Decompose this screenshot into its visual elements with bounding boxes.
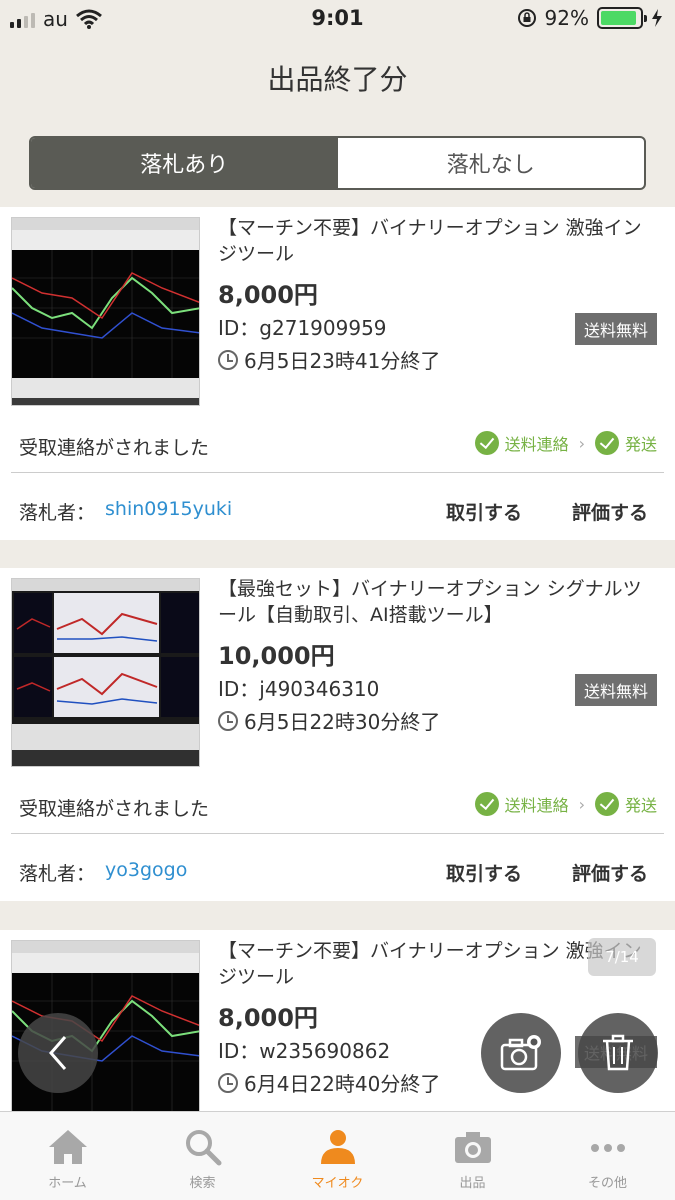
item-price: 8,000円 [218, 281, 318, 309]
orientation-lock-icon [517, 9, 536, 27]
item-id: ID：j490346310 [218, 677, 380, 701]
tab-more[interactable]: その他 [540, 1112, 675, 1200]
auction-card[interactable]: 【マーチン不要】バイナリーオプション 激強インジツール 8,000円 ID：g2… [0, 207, 675, 540]
battery-percent: 92% [544, 6, 589, 30]
delete-button[interactable] [578, 1013, 658, 1093]
segmented-control: 落札あり 落札なし [29, 136, 646, 190]
divider [11, 472, 664, 473]
transaction-progress: 送料連絡 › 発送 [474, 431, 657, 455]
clock-icon [218, 1072, 238, 1093]
battery-icon [597, 7, 647, 29]
tab-bar: ホーム 検索 マイオク 出品 その他 [0, 1111, 675, 1200]
tab-search[interactable]: 検索 [135, 1112, 270, 1200]
free-shipping-badge: 送料無料 [574, 674, 657, 706]
page-title: 出品終了分 [267, 63, 408, 96]
tab-label: マイオク [311, 1176, 364, 1191]
status-message: 受取連絡がされました [19, 437, 210, 459]
rate-button[interactable]: 評価する [572, 859, 648, 886]
check-icon [474, 431, 499, 455]
transaction-progress: 送料連絡 › 発送 [474, 792, 657, 816]
tab-label: 検索 [189, 1176, 216, 1191]
trash-icon [603, 1034, 633, 1071]
item-title[interactable]: 【最強セット】バイナリーオプション シグナルツール【自動取引、AI搭載ツール】 [218, 576, 658, 628]
item-title[interactable]: 【マーチン不要】バイナリーオプション 激強インジツール [218, 215, 658, 267]
deal-button[interactable]: 取引する [446, 498, 522, 525]
step-shipped: 発送 [624, 435, 657, 454]
winner-label: 落札者： [19, 502, 96, 524]
rate-button[interactable]: 評価する [572, 498, 648, 525]
divider [11, 833, 664, 834]
tab-label: 出品 [459, 1176, 486, 1191]
end-time-row: 6月5日23時41分終了 [218, 345, 440, 374]
check-icon [594, 792, 619, 816]
deal-button[interactable]: 取引する [446, 859, 522, 886]
chevron-left-icon [49, 1036, 67, 1070]
status-message: 受取連絡がされました [19, 798, 210, 820]
person-icon [320, 1130, 355, 1164]
tab-myauction[interactable]: マイオク [270, 1112, 405, 1200]
end-time-row: 6月5日22時30分終了 [218, 706, 440, 735]
more-icon [590, 1144, 625, 1152]
winner-link[interactable]: yo3gogo [105, 859, 187, 881]
tab-sell[interactable]: 出品 [405, 1112, 540, 1200]
winner-link[interactable]: shin0915yuki [105, 498, 232, 520]
auction-card[interactable]: 【マーチン不要】バイナリーオプション 激強インジツール 8,000円 ID：w2… [0, 930, 675, 1111]
tab-label: その他 [587, 1176, 627, 1191]
search-icon [185, 1130, 221, 1166]
auction-card[interactable]: 【最強セット】バイナリーオプション シグナルツール【自動取引、AI搭載ツール】 … [0, 568, 675, 901]
home-icon [48, 1130, 87, 1164]
status-bar-right: 92% [517, 6, 663, 30]
item-thumbnail[interactable] [11, 578, 200, 767]
camera-button[interactable] [481, 1013, 561, 1093]
winner-label: 落札者： [19, 863, 96, 885]
tab-label: ホーム [48, 1176, 87, 1191]
camera-add-icon [500, 1035, 541, 1071]
item-price: 8,000円 [218, 1004, 318, 1032]
segment-without-bids[interactable]: 落札なし [338, 138, 645, 188]
charging-icon [652, 9, 662, 27]
chevron-right-icon: › [578, 433, 585, 453]
check-icon [594, 431, 619, 455]
back-button[interactable] [18, 1013, 98, 1093]
end-time: 6月4日22時40分終了 [244, 1072, 441, 1096]
end-time: 6月5日22時30分終了 [244, 710, 441, 734]
status-bar: au 9:01 92% [0, 0, 675, 40]
step-shipped: 発送 [624, 796, 657, 815]
tab-home[interactable]: ホーム [0, 1112, 135, 1200]
end-time: 6月5日23時41分終了 [244, 349, 441, 373]
end-time-row: 6月4日22時40分終了 [218, 1068, 440, 1097]
item-id: ID：w235690862 [218, 1039, 391, 1063]
free-shipping-badge: 送料無料 [574, 313, 657, 345]
page-indicator: 7/14 [588, 938, 656, 976]
item-thumbnail[interactable] [11, 217, 200, 406]
item-price: 10,000円 [218, 642, 335, 670]
step-shipping-contact: 送料連絡 [504, 435, 569, 454]
chevron-right-icon: › [578, 794, 585, 814]
step-shipping-contact: 送料連絡 [504, 796, 569, 815]
camera-icon [454, 1132, 491, 1163]
check-icon [474, 792, 499, 816]
item-id: ID：g271909959 [218, 316, 387, 340]
clock-icon [218, 710, 238, 731]
clock-icon [218, 349, 238, 370]
segment-with-bids[interactable]: 落札あり [31, 138, 338, 188]
